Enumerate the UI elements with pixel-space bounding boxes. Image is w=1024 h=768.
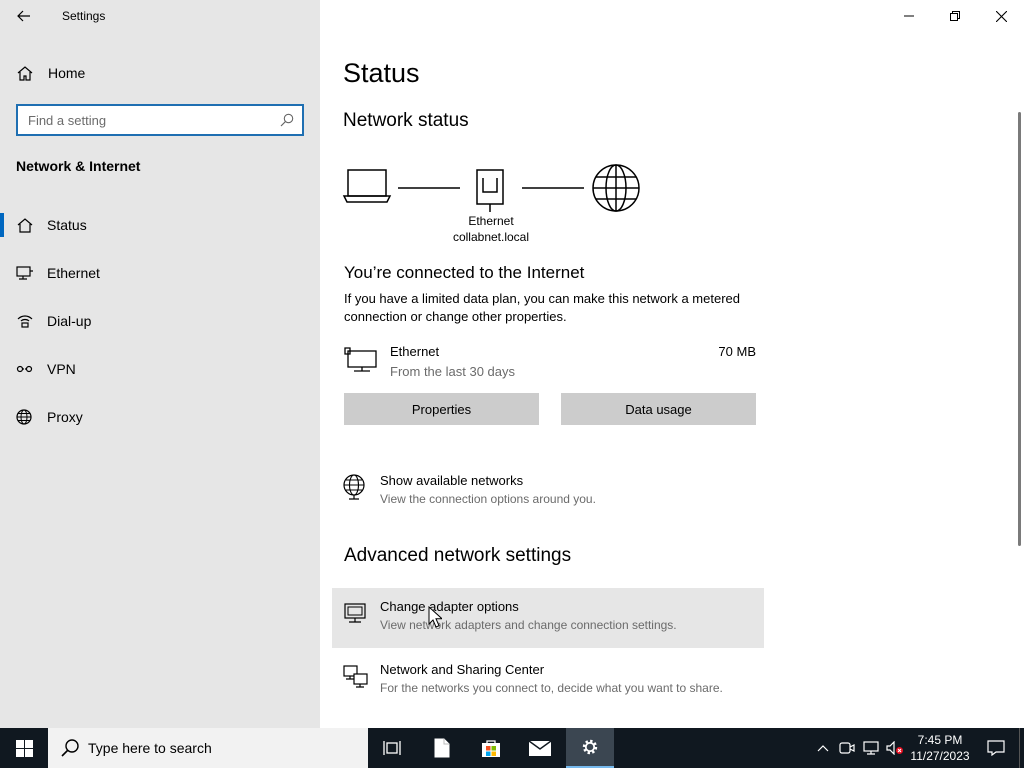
- taskbar-search[interactable]: Type here to search: [48, 728, 368, 768]
- network-tray-icon: [863, 741, 879, 755]
- search-box[interactable]: [16, 104, 304, 136]
- sidebar-item-label: Proxy: [47, 409, 83, 425]
- file-icon: [434, 738, 450, 758]
- taskbar-search-placeholder: Type here to search: [88, 740, 212, 756]
- close-icon: [995, 10, 1007, 22]
- store-icon: [482, 740, 500, 757]
- chevron-up-icon: [817, 745, 829, 752]
- ethernet-adapter-icon: [344, 347, 377, 372]
- ethernet-port-icon: [476, 169, 504, 212]
- diagram-domain-label: collabnet.local: [452, 230, 530, 244]
- connection-status-title: You’re connected to the Internet: [344, 263, 585, 282]
- tray-meet-button[interactable]: [836, 728, 858, 768]
- sidebar-item-proxy[interactable]: Proxy: [0, 399, 320, 435]
- show-networks-title: Show available networks: [380, 473, 524, 488]
- taskbar-mail-button[interactable]: [516, 728, 564, 768]
- sharing-center-icon: [343, 665, 368, 688]
- sidebar-item-vpn[interactable]: VPN: [0, 351, 320, 387]
- show-desktop-button[interactable]: [1019, 728, 1024, 768]
- app-title: Settings: [62, 9, 106, 23]
- search-icon: [280, 113, 294, 127]
- task-view-icon: [383, 741, 401, 755]
- minimize-button[interactable]: [886, 0, 932, 32]
- sidebar-item-dial-up[interactable]: Dial-up: [0, 303, 320, 339]
- network-globe-icon: [343, 474, 365, 500]
- change-adapter-options-link[interactable]: Change adapter options View network adap…: [332, 588, 764, 648]
- clock-date: 11/27/2023: [910, 749, 970, 763]
- titlebar-left: Settings: [0, 0, 320, 32]
- mouse-cursor-icon: [428, 606, 442, 628]
- windows-logo-icon: [15, 739, 33, 757]
- network-status-heading: Network status: [343, 110, 469, 131]
- dial-up-icon: [17, 315, 33, 328]
- notification-icon: [987, 740, 1005, 756]
- tray-network-button[interactable]: [860, 728, 882, 768]
- scrollbar[interactable]: [1018, 112, 1021, 546]
- gear-icon: [582, 739, 598, 755]
- close-button[interactable]: [978, 0, 1024, 32]
- sharing-center-description: For the networks you connect to, decide …: [380, 681, 723, 695]
- active-indicator: [0, 213, 4, 237]
- start-button[interactable]: [0, 728, 48, 768]
- ethernet-period: From the last 30 days: [390, 364, 515, 379]
- taskbar-settings-button[interactable]: [566, 728, 614, 768]
- sidebar-item-label: Dial-up: [47, 313, 92, 329]
- taskbar-store-button[interactable]: [467, 728, 515, 768]
- tray-overflow-button[interactable]: [812, 728, 834, 768]
- change-adapter-description: View network adapters and change connect…: [380, 618, 677, 632]
- show-available-networks-link[interactable]: Show available networks View the connect…: [332, 462, 764, 522]
- network-sharing-center-link[interactable]: Network and Sharing Center For the netwo…: [332, 651, 764, 711]
- back-button[interactable]: [10, 4, 38, 28]
- nav-home-label: Home: [48, 65, 86, 81]
- vpn-icon: [16, 365, 33, 373]
- taskbar: Type here to search 7:45 PM 11/27/2023: [0, 728, 1024, 768]
- ethernet-icon: [16, 266, 33, 280]
- sidebar-item-ethernet[interactable]: Ethernet: [0, 255, 320, 291]
- sidebar-item-label: Status: [47, 217, 87, 233]
- restore-button[interactable]: [932, 0, 978, 32]
- nav-home[interactable]: Home: [0, 58, 320, 88]
- mail-icon: [528, 740, 552, 756]
- properties-button[interactable]: Properties: [344, 393, 539, 425]
- task-view-button[interactable]: [368, 728, 416, 768]
- taskbar-search-icon: [61, 739, 79, 757]
- home-icon: [17, 66, 33, 81]
- taskbar-clock[interactable]: 7:45 PM 11/27/2023: [902, 732, 978, 764]
- ethernet-name: Ethernet: [390, 344, 440, 359]
- camera-icon: [839, 742, 855, 754]
- globe-icon: [16, 409, 32, 425]
- advanced-settings-heading: Advanced network settings: [344, 545, 572, 566]
- data-usage-button[interactable]: Data usage: [561, 393, 756, 425]
- internet-globe-icon: [592, 164, 640, 212]
- section-title: Network & Internet: [16, 158, 141, 174]
- sidebar: Settings Home Network & Internet Status …: [0, 0, 320, 728]
- network-adapter-icon: [344, 603, 366, 623]
- change-adapter-title: Change adapter options: [380, 599, 519, 614]
- search-input[interactable]: [18, 106, 268, 134]
- notification-center-button[interactable]: [976, 728, 1016, 768]
- show-networks-description: View the connection options around you.: [380, 492, 596, 506]
- sidebar-item-label: VPN: [47, 361, 76, 377]
- home-status-icon: [17, 218, 33, 233]
- sidebar-item-status[interactable]: Status: [0, 207, 320, 243]
- page-title: Status: [343, 58, 420, 88]
- sidebar-item-label: Ethernet: [47, 265, 100, 281]
- clock-time: 7:45 PM: [917, 733, 963, 747]
- data-usage-value: 70 MB: [718, 344, 756, 359]
- window-controls: [886, 0, 1024, 32]
- sharing-center-title: Network and Sharing Center: [380, 662, 545, 677]
- laptop-icon: [342, 169, 392, 203]
- connection-status-description: If you have a limited data plan, you can…: [344, 291, 740, 324]
- minimize-icon: [904, 15, 914, 17]
- taskbar-file-button[interactable]: [418, 728, 466, 768]
- diagram-adapter-label: Ethernet: [468, 214, 514, 228]
- restore-icon: [950, 11, 960, 21]
- back-arrow-icon: [17, 10, 30, 22]
- ethernet-usage-row: Ethernet From the last 30 days 70 MB: [344, 342, 756, 382]
